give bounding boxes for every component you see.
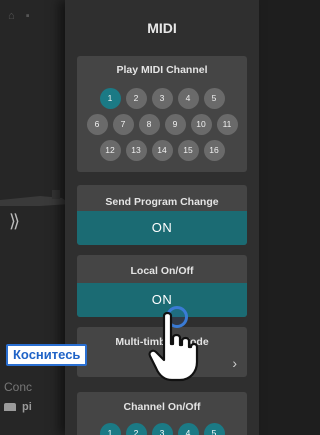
drawer-title: MIDI — [147, 20, 177, 36]
background-item-label: pi — [22, 401, 32, 413]
send-program-change-toggle[interactable]: ON — [77, 211, 247, 245]
channel-button[interactable]: 12 — [99, 140, 121, 161]
channel-button[interactable]: 2 — [125, 88, 147, 109]
channel-button[interactable]: 11 — [216, 114, 238, 135]
channel-button[interactable]: 9 — [164, 114, 186, 135]
channel-button[interactable]: 5 — [203, 88, 225, 109]
piano-small-icon — [4, 403, 16, 412]
channel-on-off-button[interactable]: 3 — [151, 423, 173, 435]
channel-on-off-button[interactable]: 5 — [203, 423, 225, 435]
local-on-off-card: Local On/Off ON — [77, 255, 247, 317]
home-icon: ⌂ ▪ — [8, 10, 34, 22]
channel-button[interactable]: 4 — [177, 88, 199, 109]
background-label: Conc — [4, 380, 33, 394]
channel-on-off-title: Channel On/Off — [123, 401, 201, 413]
channel-on-off-button[interactable]: 2 — [125, 423, 147, 435]
background-item: pi — [4, 401, 32, 413]
channel-button[interactable]: 16 — [203, 140, 225, 161]
local-on-off-title: Local On/Off — [130, 265, 194, 277]
chevron-right-icon[interactable]: › — [232, 355, 237, 371]
channel-button[interactable]: 6 — [86, 114, 108, 135]
channel-on-off-button[interactable]: 4 — [177, 423, 199, 435]
channel-button[interactable]: 3 — [151, 88, 173, 109]
play-midi-channel-title: Play MIDI Channel — [116, 64, 208, 76]
pointing-hand-icon — [148, 311, 199, 382]
channel-button[interactable]: 13 — [125, 140, 147, 161]
tap-hint-label: Коснитесь — [6, 344, 88, 366]
send-program-change-title: Send Program Change — [105, 196, 219, 208]
send-program-change-card: Send Program Change ON — [77, 185, 247, 245]
channel-button[interactable]: 7 — [112, 114, 134, 135]
channel-button[interactable]: 15 — [177, 140, 199, 161]
piano-icon — [0, 190, 70, 206]
expand-chevron-icon[interactable]: ⟩⟩ — [9, 211, 20, 232]
channel-on-off-button[interactable]: 1 — [99, 423, 121, 435]
channel-button[interactable]: 1 — [99, 88, 121, 109]
channel-on-off-card: Channel On/Off 12345 — [77, 392, 247, 435]
channel-button[interactable]: 10 — [190, 114, 212, 135]
channel-button[interactable]: 8 — [138, 114, 160, 135]
channel-button[interactable]: 14 — [151, 140, 173, 161]
play-midi-channel-card: Play MIDI Channel 1 2 3 4 5 6 7 8 9 10 11 12 13 14 15 1… — [77, 56, 247, 172]
